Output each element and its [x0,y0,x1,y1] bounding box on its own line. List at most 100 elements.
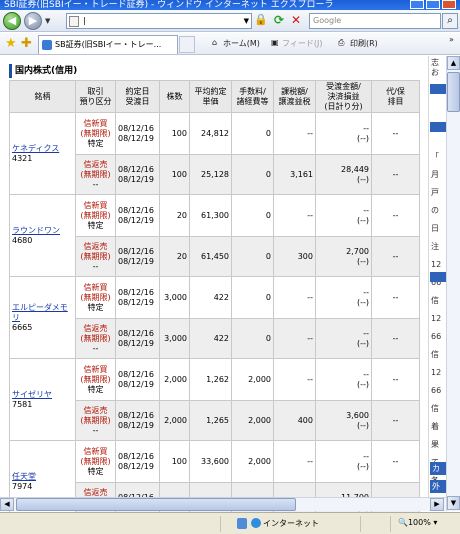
stop-icon[interactable]: ✕ [291,13,305,28]
date-cell: 08/12/1608/12/19 [115,112,160,155]
stock-name-link[interactable]: 任天堂 [12,472,73,482]
feed-button[interactable]: フィード(J) [282,38,322,49]
rep-cell: -- [371,276,420,319]
table-row: サイゼリヤ 7581 信新買 (無期限) 特定 08/12/16 08/12/19 2,00… [9,358,420,441]
table-row: エルピーダメモリ 6665 信新買 (無期限) 特定 08/12/16 08/12/19 3… [9,276,420,359]
trade-type: 信返売 (無期限) [80,405,111,425]
home-icon[interactable]: ⌂ [212,38,217,47]
rep-cell: -- [371,112,420,155]
price-cell: 422 [189,318,232,359]
recent-pages-dropdown[interactable]: ▼ [45,17,50,25]
date-cell: 08/12/1608/12/19 [115,440,160,483]
stock-cell: エルピーダメモリ 6665 [9,276,76,359]
date-cell: 08/12/1608/12/19 [115,400,160,441]
vertical-scroll-thumb[interactable] [447,72,460,112]
horizontal-scrollbar[interactable]: ◀ ▶ [0,497,446,511]
sidebar-button[interactable]: カ [430,462,446,475]
sidebar-bar [430,272,446,282]
scroll-down-button[interactable]: ▼ [447,496,460,510]
lock-icon[interactable]: 🔒 [254,13,268,28]
amount-cell: -- (--) [315,358,372,401]
favorites-star-icon[interactable]: ★ [5,36,17,51]
sidebar-text: 果 [431,440,439,449]
price-cell: 1,262 [189,358,232,401]
rep-cell: -- [371,358,420,401]
forward-button[interactable]: ▶ [24,12,42,30]
more-chevron-icon[interactable]: » [449,35,454,44]
print-icon: ⎙ [338,38,345,47]
sidebar-text: 月 [431,170,439,179]
trade-type: 信新買 (無期限) [80,118,111,138]
stock-name-link[interactable]: ケネディクス [12,144,73,154]
rep-cell: -- [371,154,420,195]
tab-sbi[interactable]: SB証券(旧SBIイー・トレー... [38,35,178,54]
new-tab-button[interactable] [179,36,195,53]
vertical-scrollbar[interactable]: ▲ ▼ [446,56,460,511]
tax-cell: -- [273,358,316,401]
qty-cell: 3,000 [159,276,190,319]
price-cell: 61,450 [189,236,232,277]
trade-type-cell: 信新買 (無期限) 特定 [75,440,116,483]
scroll-right-button[interactable]: ▶ [430,498,444,511]
search-icon[interactable]: ⌕ [442,13,458,29]
home-button[interactable]: ホーム(M) [223,38,260,49]
url-dropdown-icon[interactable]: ▼ [244,17,249,25]
rep-cell: -- [371,194,420,237]
zoom-level[interactable]: 🔍100% ▾ [398,518,437,527]
day-trade-pl: (--) [356,379,369,389]
minimize-button[interactable] [410,0,424,9]
sidebar-text: 日 [431,224,439,233]
sidebar-bar [430,84,446,94]
stock-name-link[interactable]: エルピーダメモリ [12,303,73,323]
tax-cell: -- [273,112,316,155]
scroll-up-button[interactable]: ▲ [447,56,460,70]
maximize-button[interactable] [426,0,440,9]
stock-name-link[interactable]: サイゼリヤ [12,390,73,400]
trade-date: 08/12/16 [118,246,154,256]
header-amount: 受渡金額/ 決済損益 (日計り分) [315,80,372,113]
refresh-icon[interactable]: ⟳ [274,13,288,28]
amount-cell: 2,700 (--) [315,236,372,277]
qty-cell: 3,000 [159,318,190,359]
amount-cell: 28,449 (--) [315,154,372,195]
add-favorites-icon[interactable]: ✚ [21,36,32,51]
trade-type: 信返売 (無期限) [80,159,111,179]
rep-cell: -- [371,318,420,359]
rep-cell: -- [371,236,420,277]
date-cell: 08/12/1608/12/19 [115,358,160,401]
print-button[interactable]: 印刷(R) [350,38,378,49]
fee-cell: 2,000 [231,400,274,441]
header-fee: 手数料/ 諸経費等 [231,80,274,113]
trade-type-cell: 信返売 (無期限)-- [75,236,116,277]
back-button[interactable]: ◀ [3,12,21,30]
account-type: 特定 [87,220,104,230]
trade-type: 信返売 (無期限) [80,241,111,261]
settlement-amount: -- [363,123,369,133]
date-cell: 08/12/1608/12/19 [115,194,160,237]
protected-mode-icon[interactable] [237,518,247,529]
url-field[interactable]: | ▼ [66,13,252,29]
trade-date: 08/12/16 [118,287,154,297]
sidebar-text: 志 [431,58,439,67]
trade-date: 08/12/16 [118,328,154,338]
tax-cell: -- [273,194,316,237]
qty-cell: 20 [159,236,190,277]
header-type: 取引 預り区分 [75,80,116,113]
horizontal-scroll-thumb[interactable] [16,498,296,511]
trade-type: 信返売 (無期限) [80,323,111,343]
fee-cell: 0 [231,194,274,237]
settlement-amount: 3,600 [346,410,369,420]
stock-name-link[interactable]: ラウンドワン [12,226,73,236]
search-input[interactable]: Google [309,13,441,29]
scroll-left-button[interactable]: ◀ [0,498,14,511]
amount-cell: -- (--) [315,318,372,359]
sidebar-button[interactable]: 外 [430,480,446,493]
close-button[interactable] [442,0,456,9]
trade-date: 08/12/16 [118,205,154,215]
settle-date: 08/12/19 [118,256,154,266]
settle-date: 08/12/19 [118,379,154,389]
table-row: ラウンドワン 4680 信新買 (無期限) 特定 08/12/16 08/12/19 20 6… [9,194,420,277]
positions-table: 銘柄 取引 預り区分 約定日 受渡日 株数 平均約定 単価 手数料/ 諸経費等 … [9,80,420,523]
trade-date: 08/12/16 [118,123,154,133]
header-avg: 平均約定 単価 [189,80,232,113]
